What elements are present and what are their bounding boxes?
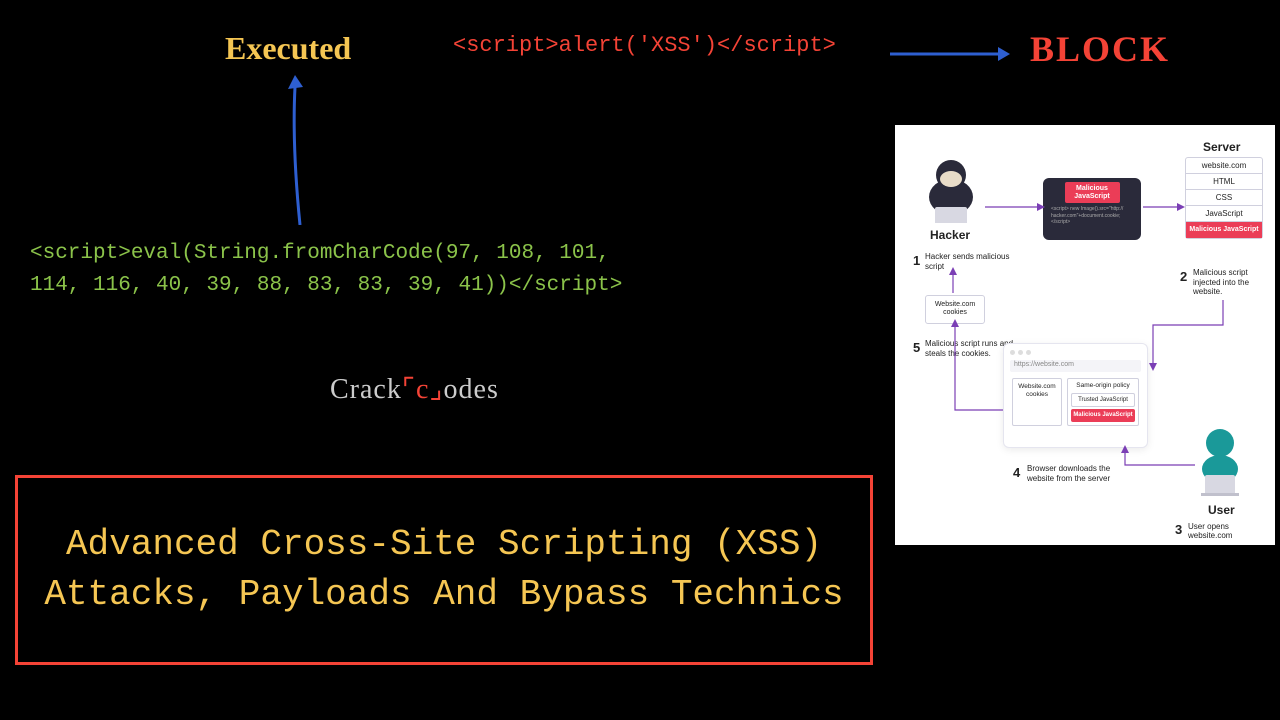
logo-bracket-open: ⌜ [402,374,416,405]
crackcodes-logo: Crack⌜c⌟odes [330,372,499,406]
block-label: BLOCK [1030,28,1170,70]
executed-label: Executed [225,30,351,67]
logo-part2: odes [444,374,499,405]
logo-bracket-close: ⌟ [429,374,443,405]
title-box: Advanced Cross-Site Scripting (XSS) Atta… [15,475,873,665]
logo-c: c [416,374,429,405]
diagram-arrows [895,125,1275,545]
xss-payload-simple: <script>alert('XSS')</script> [453,33,836,58]
xss-payload-eval: <script>eval(String.fromCharCode(97, 108… [30,238,622,301]
title-text: Advanced Cross-Site Scripting (XSS) Atta… [38,520,850,621]
logo-part1: Crack [330,374,402,405]
xss-flow-diagram: Hacker Server website.com HTML CSS JavaS… [895,125,1275,545]
arrow-right-icon [890,42,1010,66]
arrow-up-icon [285,75,315,225]
